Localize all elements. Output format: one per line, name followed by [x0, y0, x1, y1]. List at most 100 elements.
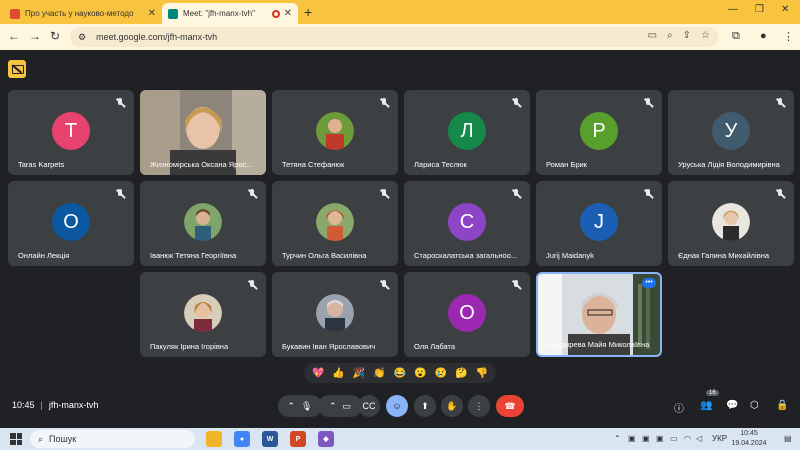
present-screen-icon: ⬆ — [421, 400, 429, 411]
close-window-icon[interactable]: ✕ — [781, 4, 789, 15]
reaction-thinking-icon[interactable]: 🤔 — [455, 368, 467, 379]
meeting-time: 10:45 — [12, 400, 35, 410]
participant-tile[interactable]: Букавин Іван Ярославович — [272, 272, 398, 357]
file-explorer-icon[interactable] — [206, 431, 222, 447]
participant-name: Кондирева Майя Миколаївна — [548, 340, 650, 349]
wifi-icon[interactable]: ◠ — [684, 434, 691, 443]
participant-name: Оля Лабата — [414, 342, 456, 351]
more-options-button[interactable]: ⋮ — [468, 395, 490, 417]
mic-off-icon — [511, 189, 521, 199]
tray-app-icon[interactable]: ▣ — [656, 434, 664, 443]
participant-tile[interactable]: J Jurij Maidanyk — [536, 181, 662, 266]
search-label: Пошук — [49, 434, 77, 444]
self-video-tile[interactable]: ••• Кондирева Майя Миколаївна — [536, 272, 662, 357]
microphone-icon: 🎙 — [301, 400, 313, 411]
host-controls-icon[interactable]: 🔒 — [776, 400, 788, 411]
reaction-thumbs-up-icon[interactable]: 👍 — [332, 368, 344, 379]
participant-tile[interactable]: Іванюк Тетяна Георгіївна — [140, 181, 266, 266]
chevron-up-icon[interactable]: ⌃ — [288, 401, 296, 412]
taskbar-search[interactable]: ⌕ Пошук — [30, 430, 195, 448]
mic-off-icon — [511, 280, 521, 290]
menu-dots-icon[interactable]: ⋮ — [783, 30, 794, 43]
avatar — [316, 203, 354, 241]
participant-tile[interactable]: Турчин Ольга Василівна — [272, 181, 398, 266]
language-indicator[interactable]: УКР — [712, 434, 727, 443]
volume-icon[interactable]: ◁ — [696, 434, 702, 443]
clock-date: 19.04.2024 — [731, 440, 767, 447]
system-clock[interactable]: 10:45 19.04.2024 — [728, 429, 770, 449]
emoji-icon: ☺ — [392, 401, 402, 411]
battery-icon[interactable]: ▭ — [670, 434, 678, 443]
reaction-sad-icon[interactable]: 😢 — [435, 368, 447, 379]
reaction-laugh-icon[interactable]: 😂 — [394, 368, 406, 379]
meet-stage: T Taras Karpets Жизномірська Оксана Ярос… — [0, 50, 800, 428]
minimize-icon[interactable]: — — [728, 4, 738, 15]
new-tab-icon[interactable]: + — [304, 4, 312, 20]
participant-tile[interactable]: О Онлайн Лекція — [8, 181, 134, 266]
recording-icon — [271, 9, 280, 18]
bookmark-star-icon[interactable]: ☆ — [701, 30, 710, 41]
emoji-button[interactable]: ☺ — [386, 395, 408, 417]
avatar: О — [448, 294, 486, 332]
app-icon[interactable]: ◆ — [318, 431, 334, 447]
reaction-heart-icon[interactable]: 💖 — [312, 368, 324, 379]
restore-icon[interactable]: ❐ — [755, 4, 764, 15]
zoom-icon[interactable]: ⌕ — [667, 30, 673, 41]
camera-button[interactable]: ⌃ ▭ — [318, 395, 362, 417]
participant-tile[interactable]: С Староскалатська загальноо... — [404, 181, 530, 266]
participant-tile[interactable]: Пакуляк Ірина Ігорівна — [140, 272, 266, 357]
avatar: Р — [580, 112, 618, 150]
share-icon[interactable]: ⇪ — [683, 30, 691, 41]
mic-off-icon — [379, 280, 389, 290]
microphone-button[interactable]: ⌃ 🎙 — [278, 395, 322, 417]
tray-app-icon[interactable]: ▣ — [628, 434, 636, 443]
leave-call-button[interactable]: ☎ — [496, 395, 524, 417]
avatar: С — [448, 203, 486, 241]
extensions-icon[interactable]: ⧉ — [732, 30, 740, 43]
chrome-icon[interactable]: ● — [234, 431, 250, 447]
tab-close-icon[interactable]: ✕ — [148, 8, 156, 19]
chevron-up-icon[interactable]: ⌃ — [329, 401, 337, 412]
participant-video-tile[interactable]: Жизномірська Оксана Ярос... — [140, 90, 266, 175]
participant-tile[interactable]: О Оля Лабата — [404, 272, 530, 357]
reaction-surprised-icon[interactable]: 😮 — [414, 368, 426, 379]
browser-tab-strip: Про участь у науково-методо ✕ Meet: "jfh… — [0, 0, 800, 24]
meeting-details-icon[interactable]: ⓘ — [674, 400, 684, 415]
tab-inactive[interactable]: Про участь у науково-методо ✕ — [4, 3, 162, 24]
participant-tile[interactable]: У Уруська Лідія Володимирівна — [668, 90, 794, 175]
tab-meet[interactable]: Meet: "jfh-manx-tvh" ✕ — [162, 3, 298, 24]
notification-icon[interactable]: ▤ — [784, 434, 792, 443]
participant-tile[interactable]: Тетяна Стефанюк — [272, 90, 398, 175]
windows-start-icon[interactable] — [10, 433, 22, 445]
tray-chevron-icon[interactable]: ⌃ — [614, 434, 621, 443]
tab-close-icon[interactable]: ✕ — [284, 8, 292, 19]
more-options-icon[interactable]: ••• — [642, 278, 656, 288]
windows-taskbar: ⌕ Пошук ● W P ◆ ⌃ ▣ ▣ ▣ ▭ ◠ ◁ УКР 10:45 … — [0, 428, 800, 450]
captions-button[interactable]: CC — [358, 395, 380, 417]
reaction-clap-icon[interactable]: 👏 — [373, 368, 385, 379]
word-icon[interactable]: W — [262, 431, 278, 447]
reaction-party-icon[interactable]: 🎉 — [353, 368, 365, 379]
tray-app-icon[interactable]: ▣ — [642, 434, 650, 443]
forward-icon[interactable]: → — [29, 29, 41, 43]
site-info-icon[interactable]: ⚙ — [78, 32, 86, 43]
participant-tile[interactable]: T Taras Karpets — [8, 90, 134, 175]
address-bar[interactable]: ⚙ meet.google.com/jfh-manx-tvh ▭ ⌕ ⇪ ☆ — [70, 27, 718, 47]
avatar: T — [52, 112, 90, 150]
participant-tile[interactable]: Л Лариса Теслюк — [404, 90, 530, 175]
profile-avatar[interactable]: ● — [760, 30, 767, 42]
activities-icon[interactable]: ⬡ — [750, 400, 759, 411]
present-button[interactable]: ⬆ — [414, 395, 436, 417]
camera-off-badge-icon[interactable] — [8, 60, 26, 78]
back-icon[interactable]: ← — [8, 29, 20, 43]
powerpoint-icon[interactable]: P — [290, 431, 306, 447]
chat-icon[interactable]: 💬 — [726, 400, 738, 411]
reload-icon[interactable]: ↻ — [50, 29, 60, 43]
participant-tile[interactable]: Єднак Галина Михайлівна — [668, 181, 794, 266]
raise-hand-button[interactable]: ✋ — [441, 395, 463, 417]
participant-tile[interactable]: Р Роман Брик — [536, 90, 662, 175]
tab-title: Про участь у науково-методо — [25, 9, 134, 18]
people-icon[interactable]: 👥 — [700, 400, 712, 411]
reaction-thumbs-down-icon[interactable]: 👎 — [475, 368, 487, 379]
camera-permission-icon[interactable]: ▭ — [648, 30, 657, 41]
